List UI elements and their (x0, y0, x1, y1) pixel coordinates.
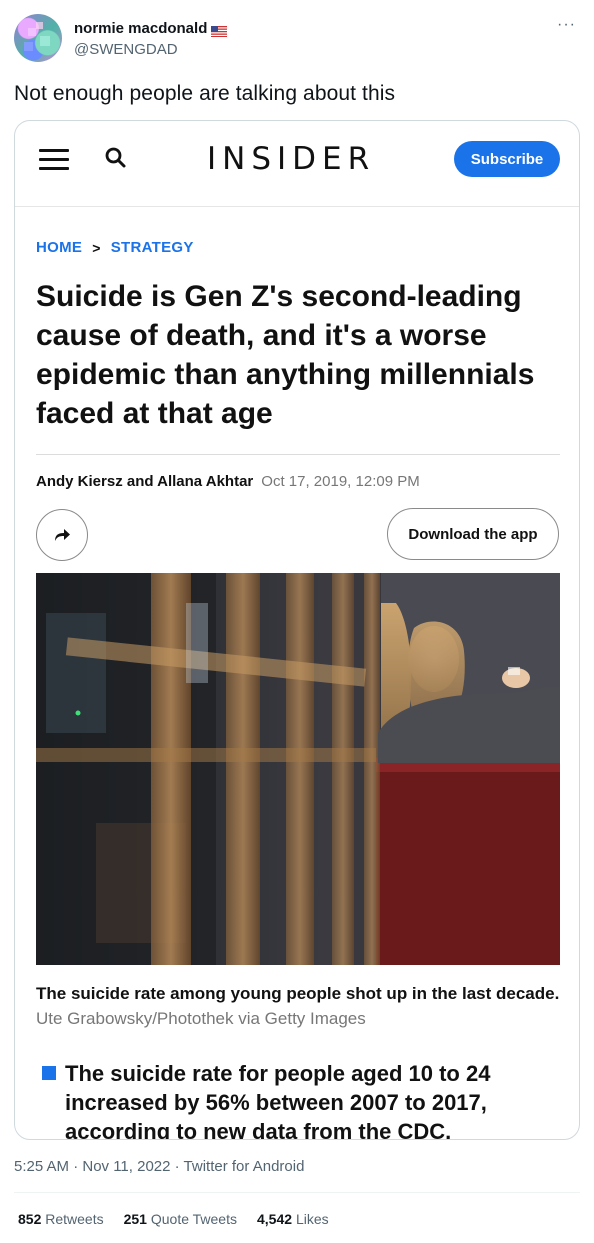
article-authors: Andy Kiersz and Allana Akhtar (36, 473, 254, 490)
tweet-text: Not enough people are talking about this (14, 82, 396, 105)
avatar[interactable] (14, 14, 62, 62)
share-icon (36, 509, 88, 561)
tweet-header: normie macdonald @SWENGDAD ··· (14, 14, 580, 66)
quote-tweets-stat[interactable]: 251 Quote Tweets (124, 1211, 237, 1227)
chevron-right-icon: > (92, 239, 101, 256)
caption-text: The suicide rate among young people shot… (36, 984, 560, 1003)
divider (36, 454, 560, 455)
likes-count: 4,542 (257, 1211, 293, 1227)
search-icon (103, 145, 129, 171)
article-photo (36, 573, 560, 965)
tweet-timestamp[interactable]: 5:25 AM · Nov 11, 2022 · Twitter for And… (14, 1158, 304, 1175)
key-point-text: The suicide rate for people aged 10 to 2… (65, 1061, 491, 1140)
more-options-icon[interactable]: ··· (557, 17, 576, 33)
likes-label: Likes (295, 1211, 329, 1227)
byline: Andy Kiersz and Allana Akhtar Oct 17, 20… (36, 473, 420, 490)
insider-nav-bar: INSIDER Subscribe (15, 121, 579, 207)
breadcrumb-section: STRATEGY (110, 239, 194, 256)
insider-logo: INSIDER (207, 141, 376, 177)
subscribe-button: Subscribe (454, 141, 560, 177)
retweets-count: 852 (18, 1211, 42, 1227)
hamburger-menu-icon (39, 149, 69, 171)
display-name[interactable]: normie macdonald (74, 20, 207, 37)
photo-caption: The suicide rate among young people shot… (36, 981, 560, 1031)
bullet-marker (42, 1066, 56, 1080)
breadcrumb: HOME > STRATEGY (36, 239, 194, 256)
quote-tweets-count: 251 (123, 1211, 147, 1227)
quote-tweets-label: Quote Tweets (150, 1211, 237, 1227)
user-handle[interactable]: @SWENGDAD (74, 41, 178, 58)
photo-credit: Ute Grabowsky/Photothek via Getty Images (36, 1009, 366, 1028)
tweet-media-image[interactable]: INSIDER Subscribe HOME > STRATEGY Suicid… (14, 120, 580, 1140)
breadcrumb-home: HOME (36, 239, 83, 256)
retweets-label: Retweets (45, 1211, 104, 1227)
download-app-button: Download the app (387, 508, 559, 560)
divider (14, 1192, 580, 1193)
us-flag-icon (211, 24, 228, 37)
article-date: Oct 17, 2019, 12:09 PM (261, 473, 420, 490)
article-headline: Suicide is Gen Z's second-leading cause … (36, 280, 535, 430)
tweet-stats: 852 Retweets 251 Quote Tweets 4,542 Like… (18, 1211, 329, 1227)
retweets-stat[interactable]: 852 Retweets (18, 1211, 104, 1227)
likes-stat[interactable]: 4,542 Likes (257, 1211, 329, 1227)
